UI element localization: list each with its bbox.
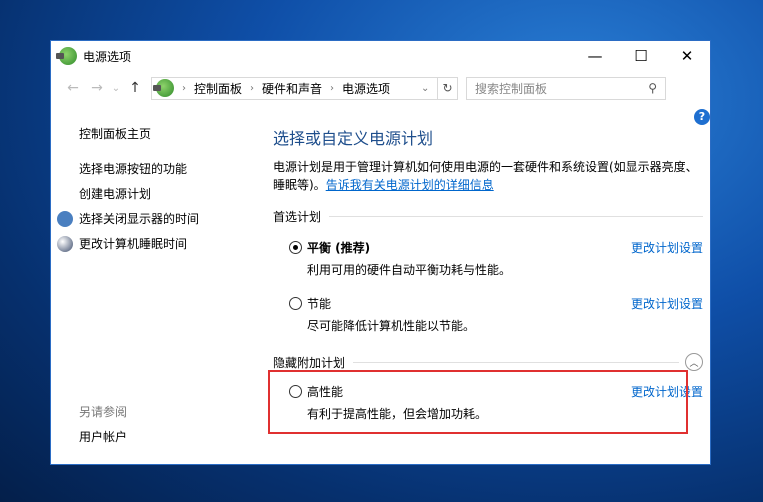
preferred-plans-label: 首选计划 xyxy=(273,210,322,224)
sidebar-home-link[interactable]: 控制面板主页 xyxy=(79,121,259,146)
refresh-button[interactable]: ↻ xyxy=(438,76,458,100)
page-title: 选择或自定义电源计划 xyxy=(273,129,434,148)
breadcrumb-control-panel[interactable]: 控制面板 xyxy=(194,80,242,97)
plan-power-saver: 节能 尽可能降低计算机性能以节能。 更改计划设置 xyxy=(289,295,703,337)
sidebar-item-power-buttons[interactable]: 选择电源按钮的功能 xyxy=(79,156,259,181)
plan-name[interactable]: 节能 xyxy=(307,295,331,312)
highlight-box xyxy=(268,370,688,434)
user-accounts-link[interactable]: 用户帐户 xyxy=(79,428,127,445)
close-button[interactable]: ✕ xyxy=(664,41,710,71)
plan-radio[interactable] xyxy=(289,297,302,310)
title-bar: 电源选项 — ☐ ✕ xyxy=(51,41,710,71)
up-button[interactable]: ↑ xyxy=(123,80,147,96)
search-input[interactable]: 搜索控制面板 ⚲ xyxy=(466,76,666,100)
display-clock-icon xyxy=(57,210,73,227)
breadcrumb-power-options[interactable]: 电源选项 xyxy=(342,80,390,97)
search-placeholder: 搜索控制面板 xyxy=(475,81,548,96)
navigation-bar: ← → ⌄ ↑ › 控制面板 › 硬件和声音 › 电源选项 ⌄ ↻ 搜索控制面板… xyxy=(51,71,710,105)
sidebar-item-label: 选择关闭显示器的时间 xyxy=(79,212,200,226)
sidebar-item-display-off[interactable]: 选择关闭显示器的时间 xyxy=(57,206,259,231)
sidebar: 控制面板主页 选择电源按钮的功能 创建电源计划 选择关闭显示器的时间 更改计算机… xyxy=(57,121,259,444)
sidebar-item-label: 更改计算机睡眠时间 xyxy=(79,237,188,251)
plan-description: 尽可能降低计算机性能以节能。 xyxy=(307,319,476,333)
plan-description: 利用可用的硬件自动平衡功耗与性能。 xyxy=(307,263,512,277)
see-also-label: 另请参阅 xyxy=(79,405,128,419)
help-icon[interactable]: ? xyxy=(694,109,710,125)
chevron-down-icon[interactable]: ⌄ xyxy=(421,83,437,94)
back-button[interactable]: ← xyxy=(61,80,85,96)
forward-button[interactable]: → xyxy=(85,80,109,96)
window-title: 电源选项 xyxy=(83,49,132,64)
sidebar-item-sleep[interactable]: 更改计算机睡眠时间 xyxy=(57,231,259,256)
chevron-right-icon: › xyxy=(250,82,255,94)
plan-radio[interactable] xyxy=(289,241,302,254)
breadcrumb-hardware-sound[interactable]: 硬件和声音 xyxy=(262,80,322,97)
moon-icon xyxy=(57,235,73,252)
address-bar[interactable]: › 控制面板 › 硬件和声音 › 电源选项 ⌄ xyxy=(151,76,438,100)
minimize-button[interactable]: — xyxy=(572,41,618,71)
change-plan-settings-link[interactable]: 更改计划设置 xyxy=(631,295,703,312)
divider xyxy=(329,216,703,217)
power-options-icon xyxy=(56,47,77,65)
divider xyxy=(353,361,679,363)
plan-balanced: 平衡 (推荐) 利用可用的硬件自动平衡功耗与性能。 更改计划设置 xyxy=(289,239,703,281)
search-icon[interactable]: ⚲ xyxy=(648,81,657,95)
chevron-right-icon: › xyxy=(182,82,186,94)
sidebar-item-create-plan[interactable]: 创建电源计划 xyxy=(79,181,259,206)
chevron-up-icon[interactable]: ︿ xyxy=(685,353,703,371)
change-plan-settings-link[interactable]: 更改计划设置 xyxy=(631,239,703,256)
maximize-button[interactable]: ☐ xyxy=(618,41,664,71)
learn-more-link[interactable]: 告诉我有关电源计划的详细信息 xyxy=(326,178,494,192)
chevron-right-icon: › xyxy=(330,82,335,94)
plan-name[interactable]: 平衡 (推荐) xyxy=(307,239,370,256)
control-panel-icon xyxy=(153,79,174,97)
hidden-plans-label: 隐藏附加计划 xyxy=(273,355,346,370)
recent-locations-button[interactable]: ⌄ xyxy=(109,83,123,94)
